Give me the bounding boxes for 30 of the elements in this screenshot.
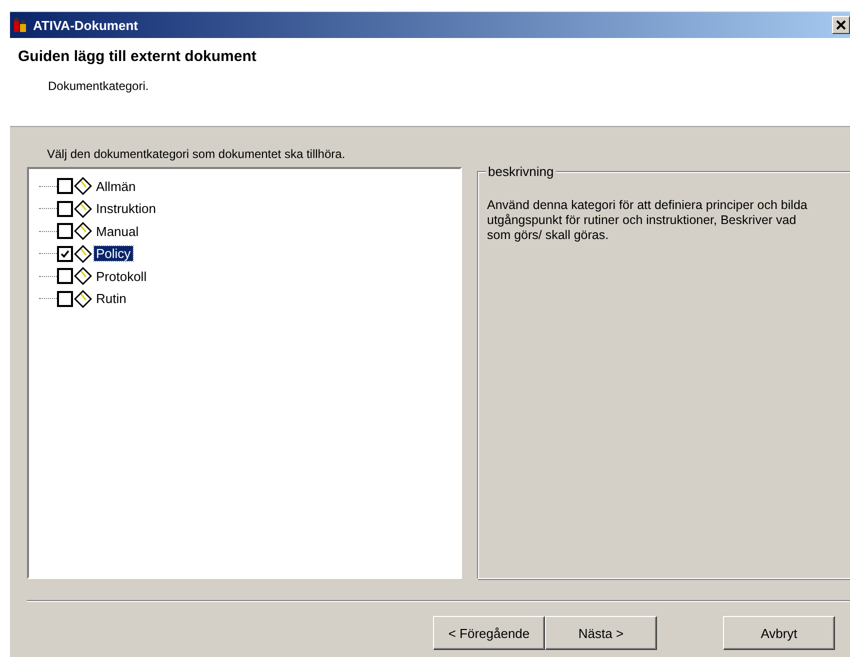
group-legend: beskrivning xyxy=(486,164,556,179)
checkbox[interactable] xyxy=(57,246,73,262)
next-button[interactable]: Nästa > xyxy=(545,616,657,650)
tree-item[interactable]: Instruktion xyxy=(94,201,158,216)
description-text: Använd denna kategori för att definiera principer och bilda utgångspunkt för rutiner och instruktioner, Beskriver vad som görs/ skall göras. xyxy=(487,198,808,243)
window-title: ATIVA-Dokument xyxy=(33,18,139,32)
document-icon xyxy=(74,244,92,263)
checkbox[interactable] xyxy=(57,290,73,307)
document-icon xyxy=(74,177,92,196)
cancel-button[interactable]: Avbryt xyxy=(723,616,835,650)
document-icon xyxy=(74,222,92,240)
checkbox[interactable] xyxy=(57,223,73,240)
instruction-text: Välj den dokumentkategori som dokumentet ska tillhöra. xyxy=(46,146,346,163)
document-icon xyxy=(74,290,92,308)
tree-item[interactable]: Allmän xyxy=(94,178,138,194)
tree-item[interactable]: Rutin xyxy=(94,291,128,306)
checkmark-icon xyxy=(60,248,70,259)
document-icon xyxy=(74,200,92,218)
checkbox[interactable] xyxy=(57,268,73,284)
checkbox[interactable] xyxy=(57,178,73,194)
wizard-title: Guiden lägg till externt dokument xyxy=(18,48,258,65)
tree-item[interactable]: Policy xyxy=(94,246,133,262)
checkbox[interactable] xyxy=(57,200,73,217)
tree-item[interactable]: Protokoll xyxy=(94,268,149,284)
back-button[interactable]: < Föregående xyxy=(433,616,545,650)
document-icon xyxy=(74,267,92,286)
figures-icon xyxy=(13,17,29,33)
close-icon[interactable] xyxy=(832,16,850,34)
wizard-subtitle: Dokumentkategori. xyxy=(48,79,150,93)
tree-item[interactable]: Manual xyxy=(94,224,141,239)
